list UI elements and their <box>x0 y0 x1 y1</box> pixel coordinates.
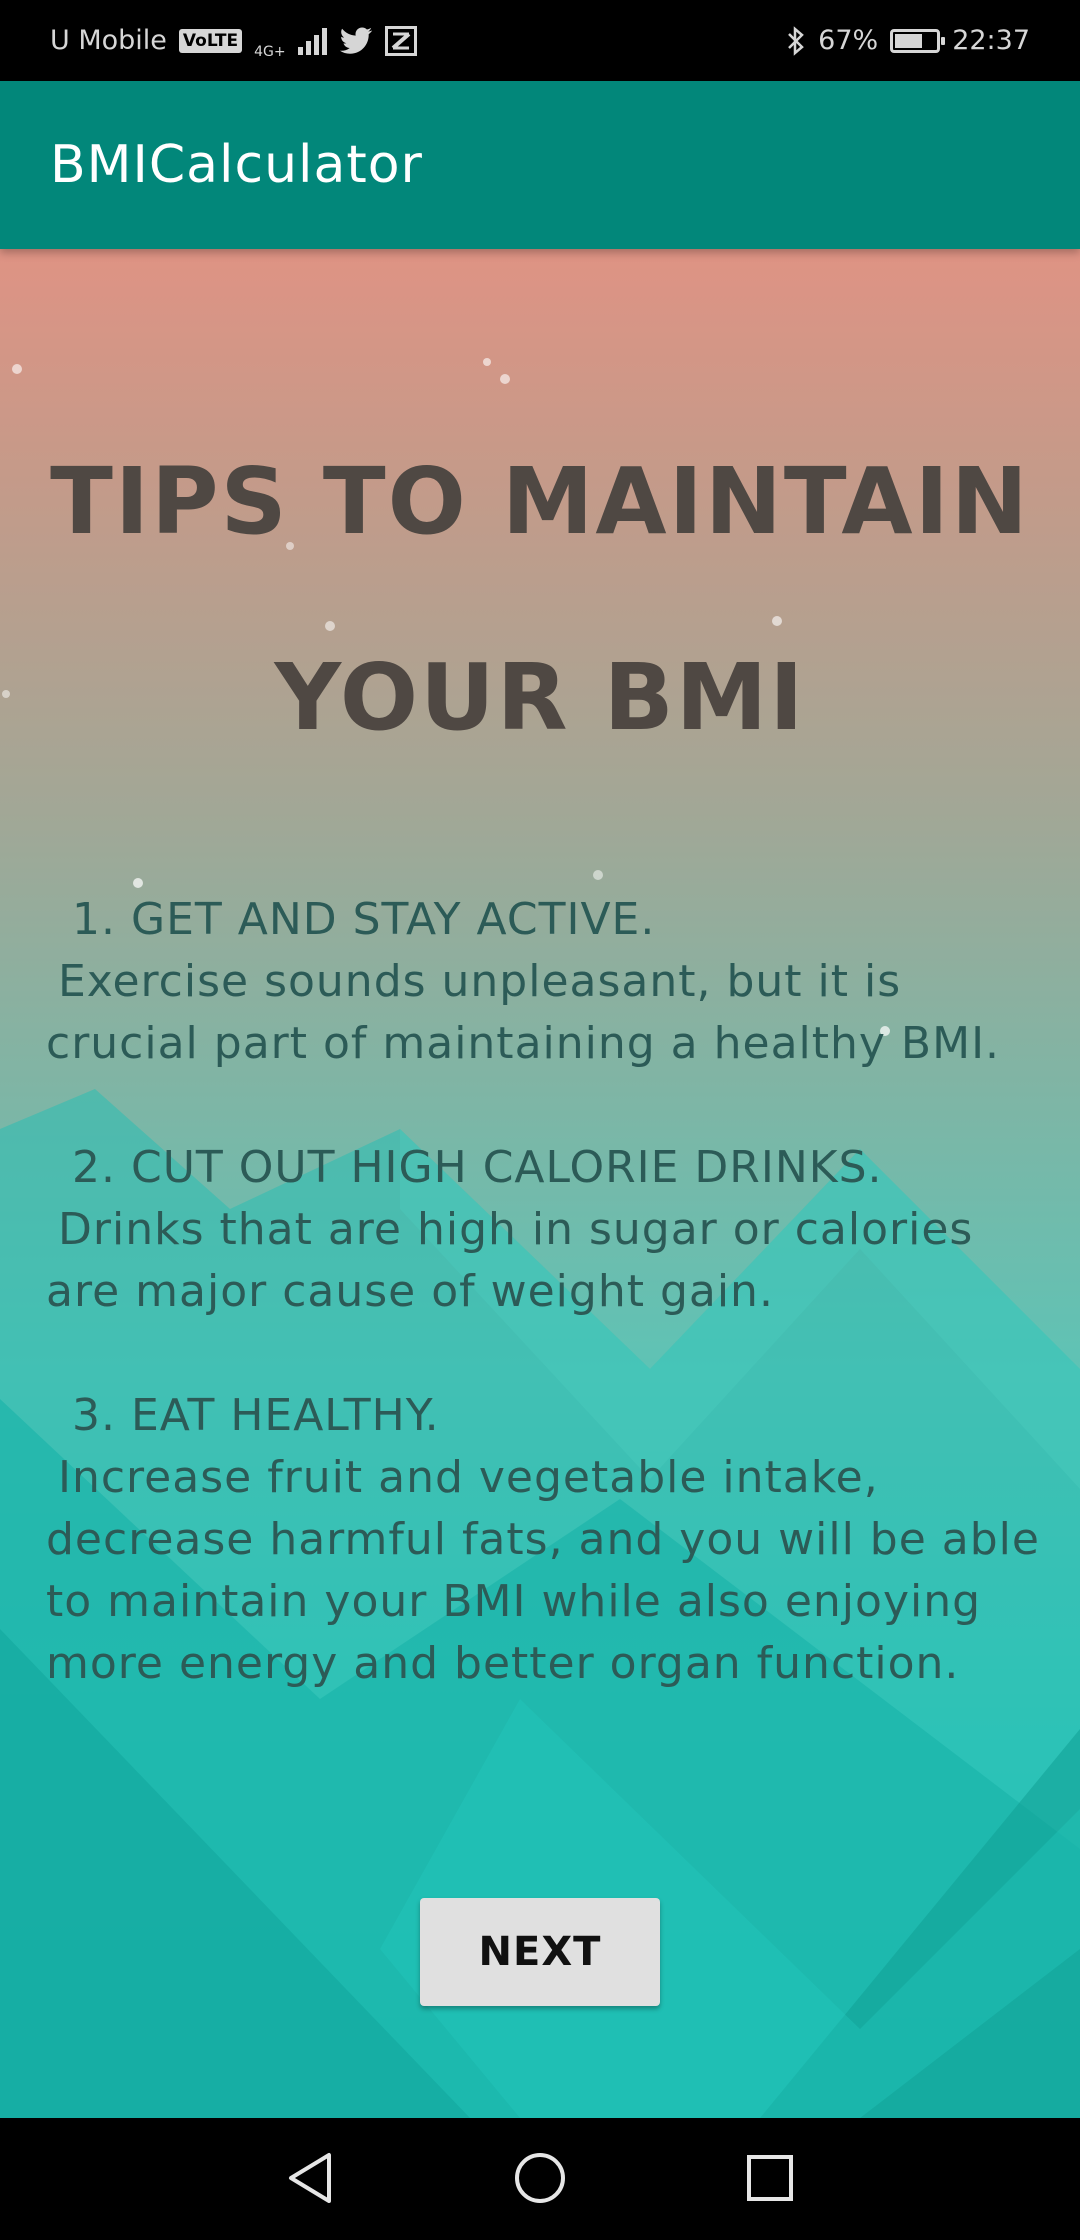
tip-heading: 1. GET AND STAY ACTIVE. <box>72 894 656 945</box>
status-bar: U Mobile VoLTE 4G+ 67% 22:37 <box>0 0 1080 81</box>
tips-title-line-2: YOUR BMI <box>274 644 806 751</box>
battery-percent: 67% <box>818 25 879 56</box>
app-title: BMICalculator <box>50 135 423 195</box>
tip-item-2: 2. CUT OUT HIGH CALORIE DRINKS. Drinks t… <box>46 1137 1056 1323</box>
home-circle-icon[interactable] <box>505 2143 575 2213</box>
tip-text: Exercise sounds unpleasant, but it is cr… <box>46 956 1001 1069</box>
network-type: 4G+ <box>254 43 286 60</box>
battery-icon <box>890 28 946 53</box>
bluetooth-icon <box>788 25 805 56</box>
tip-item-3: 3. EAT HEALTHY. Increase fruit and veget… <box>46 1385 1056 1695</box>
next-button[interactable]: NEXT <box>420 1898 660 2006</box>
app-bar: BMICalculator <box>0 81 1080 249</box>
signal-icon <box>297 27 327 55</box>
screen: U Mobile VoLTE 4G+ 67% 22:37 BMICalculat… <box>0 0 1080 2240</box>
navigation-bar <box>0 2118 1080 2240</box>
tip-heading: 2. CUT OUT HIGH CALORIE DRINKS. <box>72 1142 883 1193</box>
notification-app-icon <box>384 25 417 56</box>
battery-level-fill <box>895 33 923 48</box>
tips-content: TIPS TO MAINTAIN YOUR BMI 1. GET AND STA… <box>0 249 1080 2118</box>
clock: 22:37 <box>952 25 1030 56</box>
tip-item-1: 1. GET AND STAY ACTIVE. Exercise sounds … <box>46 889 1056 1075</box>
carrier-name: U Mobile <box>50 25 167 56</box>
tip-text: Drinks that are high in sugar or calorie… <box>46 1204 974 1317</box>
volte-badge: VoLTE <box>178 28 243 53</box>
status-bar-left: U Mobile VoLTE 4G+ <box>50 23 417 59</box>
tips-list: 1. GET AND STAY ACTIVE. Exercise sounds … <box>46 889 1056 1757</box>
tip-heading: 3. EAT HEALTHY. <box>72 1390 440 1441</box>
status-bar-right: 67% 22:37 <box>786 25 1030 57</box>
twitter-icon <box>339 27 372 54</box>
tips-title: TIPS TO MAINTAIN YOUR BMI <box>0 404 1080 796</box>
back-triangle-icon[interactable] <box>275 2143 345 2213</box>
tip-text: Increase fruit and vegetable intake, dec… <box>46 1452 1040 1689</box>
tips-title-line-1: TIPS TO MAINTAIN <box>50 448 1030 555</box>
recents-square-icon[interactable] <box>735 2143 805 2213</box>
